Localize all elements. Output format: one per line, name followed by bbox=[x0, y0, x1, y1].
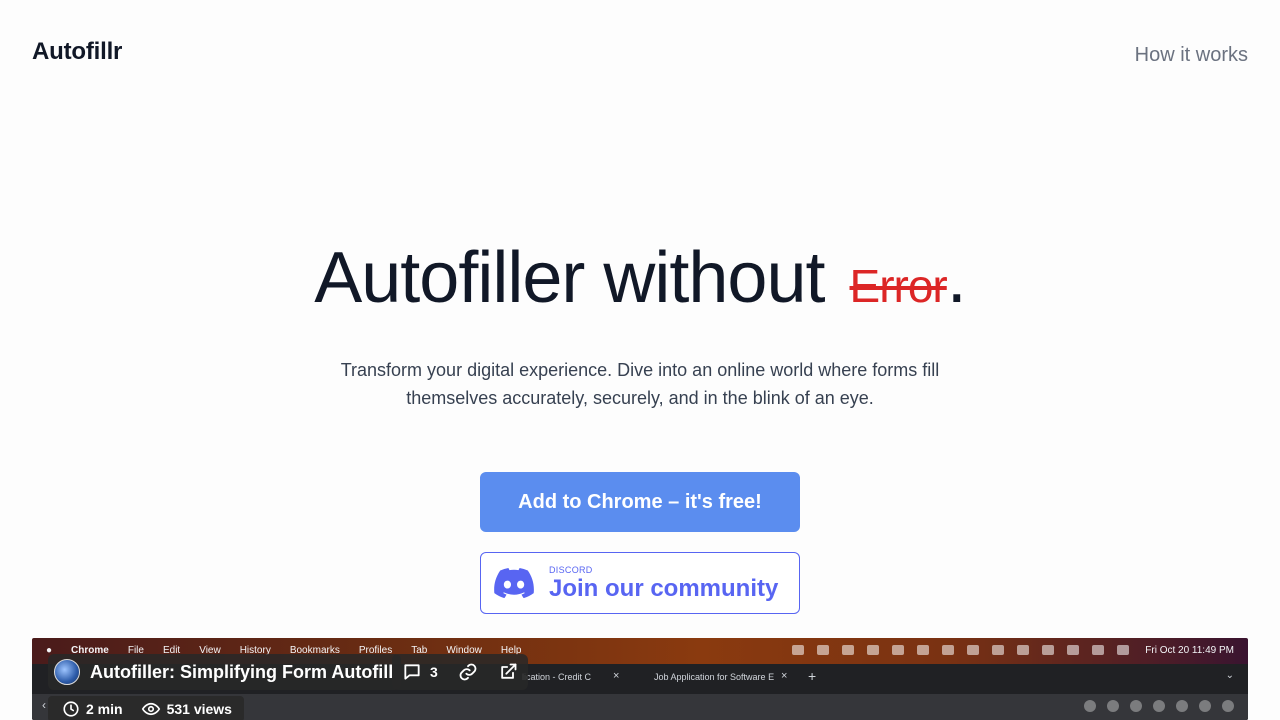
video-duration: 2 min bbox=[62, 700, 123, 718]
nav-how-it-works[interactable]: How it works bbox=[1135, 44, 1248, 67]
video-tab: lication - Credit C bbox=[522, 672, 592, 682]
tray-icon bbox=[967, 645, 980, 655]
tray-icon bbox=[942, 645, 955, 655]
join-discord-button[interactable]: DISCORD Join our community bbox=[480, 552, 800, 614]
tray-icon bbox=[1117, 645, 1130, 655]
video-title: Autofiller: Simplifying Form Autofill bbox=[90, 661, 394, 682]
avatar bbox=[54, 659, 80, 685]
brand-logo[interactable]: Autofillr bbox=[32, 38, 122, 66]
tray-icon bbox=[1092, 645, 1105, 655]
eye-icon bbox=[141, 702, 160, 716]
tray-icon bbox=[817, 645, 830, 655]
close-icon: × bbox=[781, 670, 788, 682]
comments-count: 3 bbox=[430, 664, 438, 680]
tray-icon bbox=[917, 645, 930, 655]
demo-video-player[interactable]: ● Chrome File Edit View History Bookmark… bbox=[32, 638, 1248, 720]
discord-icon bbox=[494, 568, 534, 598]
site-header: Autofillr How it works bbox=[0, 0, 1280, 110]
video-actions-overlay: 3 bbox=[392, 654, 528, 690]
plus-icon: + bbox=[808, 668, 817, 684]
open-external-button[interactable] bbox=[498, 662, 518, 682]
discord-text: DISCORD Join our community bbox=[549, 563, 778, 603]
video-meta-overlay: 2 min 531 views bbox=[48, 696, 244, 720]
tray-icon bbox=[792, 645, 805, 655]
hero-subtitle: Transform your digital experience. Dive … bbox=[340, 360, 940, 408]
menubar-clock: Fri Oct 20 11:49 PM bbox=[1145, 644, 1234, 656]
tray-icon bbox=[1067, 645, 1080, 655]
discord-small-label: DISCORD bbox=[549, 565, 593, 575]
add-to-chrome-button[interactable]: Add to Chrome – it's free! bbox=[480, 472, 800, 532]
hero-title: Autofiller without Error. bbox=[0, 232, 1280, 332]
hero-title-period: . bbox=[946, 238, 967, 318]
browser-toolbar-icons bbox=[1073, 700, 1234, 712]
puzzle-icon bbox=[1176, 700, 1188, 712]
views-text: 531 views bbox=[166, 701, 232, 717]
video-title-overlay[interactable]: Autofiller: Simplifying Form Autofill bbox=[48, 654, 402, 690]
chevron-down-icon: ⌄ bbox=[1225, 670, 1234, 681]
profile-icon bbox=[1222, 700, 1234, 712]
google-icon bbox=[1084, 700, 1096, 712]
hero-title-struck-word: Error bbox=[849, 260, 948, 312]
discord-label: Join our community bbox=[549, 575, 779, 602]
comment-icon bbox=[404, 664, 420, 680]
tray-icon bbox=[1017, 645, 1030, 655]
back-arrow-icon: ‹ bbox=[42, 698, 46, 712]
copy-link-button[interactable] bbox=[458, 662, 478, 682]
external-link-icon bbox=[501, 663, 517, 679]
share-icon bbox=[1107, 700, 1119, 712]
extension-icon bbox=[1153, 700, 1165, 712]
star-icon bbox=[1130, 700, 1142, 712]
video-tab: Job Application for Software E bbox=[654, 672, 775, 682]
clock-icon bbox=[63, 701, 79, 717]
hero-title-main: Autofiller without bbox=[314, 238, 825, 318]
tray-icon bbox=[992, 645, 1005, 655]
tray-icon bbox=[842, 645, 855, 655]
video-views: 531 views bbox=[141, 700, 232, 718]
duration-text: 2 min bbox=[86, 701, 123, 717]
sidebar-icon bbox=[1199, 700, 1211, 712]
link-icon bbox=[459, 663, 477, 681]
comments-button[interactable]: 3 bbox=[402, 662, 438, 682]
tray-icon bbox=[1042, 645, 1055, 655]
tray-icon bbox=[892, 645, 905, 655]
video-mac-status-area: Fri Oct 20 11:49 PM bbox=[779, 638, 1234, 662]
tray-icon bbox=[867, 645, 880, 655]
close-icon: × bbox=[613, 670, 620, 682]
